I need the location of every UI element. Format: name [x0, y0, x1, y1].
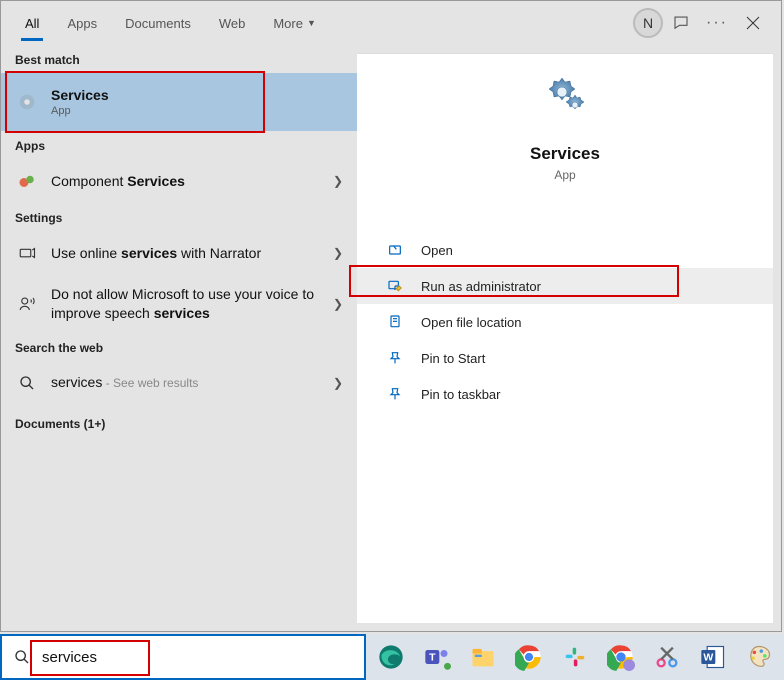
taskbar-paint[interactable]: [740, 638, 778, 676]
open-icon: [385, 240, 405, 260]
results-pane: Best match Services App Apps Compo: [1, 45, 357, 631]
result-subtitle: App: [51, 105, 343, 117]
web-hint: - See web results: [102, 376, 198, 390]
taskbar-snip[interactable]: [648, 638, 686, 676]
result-label: Do not allow Microsoft to use your voice…: [51, 285, 325, 323]
result-label: Use online services with Narrator: [51, 245, 325, 261]
action-label: Open file location: [421, 315, 521, 330]
chevron-down-icon: ▼: [307, 18, 316, 28]
tab-apps[interactable]: Apps: [53, 6, 111, 41]
services-large-icon: [539, 74, 591, 126]
chevron-right-icon: ❯: [333, 297, 343, 311]
folder-icon: [385, 312, 405, 332]
action-open[interactable]: Open: [357, 232, 773, 268]
close-icon[interactable]: [735, 5, 771, 41]
action-pin-start[interactable]: Pin to Start: [357, 340, 773, 376]
result-component-services[interactable]: Component Services ❯: [1, 159, 357, 203]
chevron-right-icon: ❯: [333, 246, 343, 260]
action-pin-taskbar[interactable]: Pin to taskbar: [357, 376, 773, 412]
section-settings: Settings: [1, 203, 357, 231]
more-options-icon[interactable]: ···: [699, 5, 735, 41]
action-label: Pin to taskbar: [421, 387, 501, 402]
result-web-search[interactable]: services - See web results ❯: [1, 361, 357, 405]
action-open-location[interactable]: Open file location: [357, 304, 773, 340]
section-documents: Documents (1+): [1, 405, 357, 437]
component-icon: [15, 169, 39, 193]
section-search-web: Search the web: [1, 333, 357, 361]
taskbar-teams[interactable]: T: [418, 638, 456, 676]
detail-header: Services App: [357, 54, 773, 192]
action-label: Open: [421, 243, 453, 258]
search-input[interactable]: [42, 636, 354, 678]
result-speech-setting[interactable]: Do not allow Microsoft to use your voice…: [1, 275, 357, 333]
taskbar-explorer[interactable]: [464, 638, 502, 676]
section-best-match: Best match: [1, 45, 357, 73]
section-apps: Apps: [1, 131, 357, 159]
tab-web[interactable]: Web: [205, 6, 260, 41]
pin-icon: [385, 384, 405, 404]
result-label: Component Services: [51, 173, 325, 189]
tab-more[interactable]: More ▼: [259, 6, 330, 41]
taskbar-word[interactable]: W: [694, 638, 732, 676]
search-icon: [15, 371, 39, 395]
taskbar: T W: [366, 634, 784, 680]
feedback-icon[interactable]: [663, 5, 699, 41]
tab-documents[interactable]: Documents: [111, 6, 205, 41]
taskbar-chrome-profile[interactable]: [602, 638, 640, 676]
detail-subtitle: App: [554, 168, 575, 182]
action-label: Run as administrator: [421, 279, 541, 294]
web-term: services: [51, 374, 102, 390]
action-label: Pin to Start: [421, 351, 485, 366]
tabs-row: All Apps Documents Web More ▼ N ···: [1, 1, 781, 45]
search-icon: [12, 649, 32, 665]
search-bar[interactable]: [0, 634, 366, 680]
narrator-icon: [15, 241, 39, 265]
result-title: Services: [51, 87, 343, 103]
taskbar-slack[interactable]: [556, 638, 594, 676]
tab-more-label: More: [273, 16, 303, 31]
chevron-right-icon: ❯: [333, 376, 343, 390]
svg-text:T: T: [429, 652, 436, 664]
chevron-right-icon: ❯: [333, 174, 343, 188]
admin-icon: [385, 276, 405, 296]
taskbar-edge[interactable]: [372, 638, 410, 676]
search-window: All Apps Documents Web More ▼ N ··· Best…: [0, 0, 782, 632]
speech-icon: [15, 292, 39, 316]
detail-pane: Services App Open Run as administrator: [357, 53, 773, 623]
avatar-initial: N: [643, 15, 653, 31]
result-narrator-setting[interactable]: Use online services with Narrator ❯: [1, 231, 357, 275]
gear-icon: [15, 90, 39, 114]
pin-icon: [385, 348, 405, 368]
user-avatar[interactable]: N: [633, 8, 663, 38]
tab-all[interactable]: All: [11, 6, 53, 41]
detail-title: Services: [530, 144, 600, 164]
taskbar-chrome[interactable]: [510, 638, 548, 676]
result-best-match[interactable]: Services App: [1, 73, 357, 131]
action-run-admin[interactable]: Run as administrator: [357, 268, 773, 304]
main-content: Best match Services App Apps Compo: [1, 45, 781, 631]
svg-text:W: W: [703, 652, 713, 664]
